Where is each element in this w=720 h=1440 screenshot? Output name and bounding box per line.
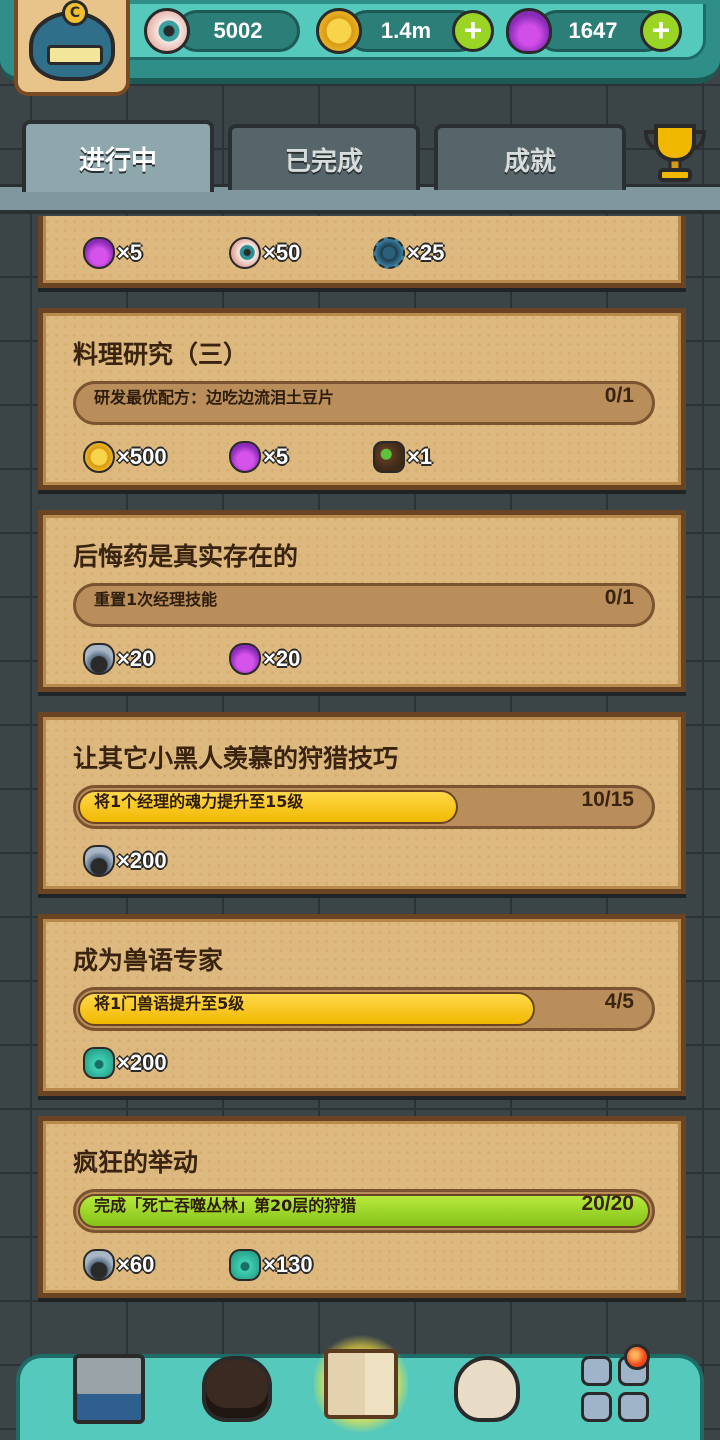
eye-icon	[229, 237, 261, 269]
reward-item: ×130	[229, 1247, 313, 1283]
monster-icon	[202, 1356, 272, 1422]
reward-item: ×5	[83, 235, 142, 271]
quest-progress-bar: 重置1次经理技能 0/1	[73, 583, 655, 627]
add-potion-button[interactable]: +	[640, 10, 682, 52]
quest-card[interactable]: 疯狂的举动 完成「死亡吞噬丛林」第20层的狩猎 20/20 ×60 ×130	[38, 1116, 686, 1298]
coin-icon	[83, 441, 115, 473]
trophy-icon[interactable]	[642, 120, 708, 184]
notification-dot-icon	[624, 1344, 650, 1370]
nav-quest-button[interactable]	[314, 1334, 408, 1434]
reward-item: ×25	[373, 235, 444, 271]
bottom-nav	[0, 1330, 720, 1440]
tab-achievements[interactable]: 成就	[434, 124, 626, 190]
reward-item: ×5	[229, 439, 288, 475]
quest-card-partial: ×5 ×50 ×25	[38, 216, 686, 288]
potion-icon	[83, 237, 115, 269]
quest-book-icon	[324, 1349, 398, 1419]
reward-item: ×1	[373, 439, 432, 475]
shop-icon	[73, 1354, 145, 1424]
tab-completed[interactable]: 已完成	[228, 124, 420, 190]
reward-item: ×60	[83, 1247, 154, 1283]
quest-task: 完成「死亡吞噬丛林」第20层的狩猎	[94, 1196, 357, 1215]
add-coin-button[interactable]: +	[452, 10, 494, 52]
quest-progress-bar: 将1门兽语提升至5级 4/5	[73, 987, 655, 1031]
quest-title: 料理研究（三）	[73, 340, 249, 369]
ore-icon	[373, 441, 405, 473]
reward-item: ×500	[83, 439, 167, 475]
soul-key-icon	[83, 1249, 115, 1281]
quest-progress-bar: 完成「死亡吞噬丛林」第20层的狩猎 20/20	[73, 1189, 655, 1233]
quest-card[interactable]: 成为兽语专家 将1门兽语提升至5级 4/5 ×200	[38, 914, 686, 1096]
avatar-level-badge: C	[62, 0, 88, 26]
money-bag-icon	[454, 1356, 520, 1422]
quest-progress-count: 20/20	[581, 1192, 634, 1215]
quest-card[interactable]: 让其它小黑人羡慕的狩猎技巧 将1个经理的魂力提升至15级 10/15 ×200	[38, 712, 686, 894]
quest-progress-count: 4/5	[604, 990, 634, 1013]
quest-title: 让其它小黑人羡慕的狩猎技巧	[73, 744, 399, 773]
quest-task: 将1门兽语提升至5级	[94, 994, 245, 1013]
quest-card[interactable]: 料理研究（三） 研发最优配方：边吃边流泪土豆片 0/1 ×500 ×5 ×1	[38, 308, 686, 490]
player-avatar[interactable]: C	[14, 0, 130, 96]
eye-icon	[144, 8, 190, 54]
potion-icon	[506, 8, 552, 54]
potion-icon	[229, 643, 261, 675]
eye-resource-counter: 5002	[176, 10, 300, 52]
quest-title: 后悔药是真实存在的	[73, 542, 299, 571]
quest-progress-count: 0/1	[604, 384, 634, 407]
potion-icon	[229, 441, 261, 473]
quest-title: 疯狂的举动	[73, 1148, 199, 1177]
beast-icon	[229, 1249, 261, 1281]
quest-title: 成为兽语专家	[73, 946, 224, 975]
tab-in-progress[interactable]: 进行中	[22, 120, 214, 192]
quest-task: 将1个经理的魂力提升至15级	[94, 792, 304, 811]
gear-icon	[373, 237, 405, 269]
quest-progress-count: 10/15	[581, 788, 634, 811]
reward-item: ×20	[229, 641, 300, 677]
reward-item: ×200	[83, 843, 167, 879]
nav-shop-button[interactable]	[66, 1346, 152, 1432]
quest-task: 研发最优配方：边吃边流泪土豆片	[94, 388, 335, 407]
quest-task: 重置1次经理技能	[94, 590, 218, 609]
quest-tabs: 进行中 已完成 成就	[0, 118, 720, 216]
quest-progress-count: 0/1	[604, 586, 634, 609]
coin-icon	[316, 8, 362, 54]
quest-list[interactable]: ×5 ×50 ×25 料理研究（三） 研发最优配方：边吃边流泪土豆片 0/1 ×…	[0, 216, 720, 1330]
reward-item: ×200	[83, 1045, 167, 1081]
soul-key-icon	[83, 845, 115, 877]
quest-progress-bar: 研发最优配方：边吃边流泪土豆片 0/1	[73, 381, 655, 425]
soul-key-icon	[83, 643, 115, 675]
nav-bag-button[interactable]	[444, 1346, 530, 1432]
beast-icon	[83, 1047, 115, 1079]
reward-item: ×20	[83, 641, 154, 677]
quest-card[interactable]: 后悔药是真实存在的 重置1次经理技能 0/1 ×20 ×20	[38, 510, 686, 692]
nav-monster-button[interactable]	[194, 1346, 280, 1432]
quest-progress-bar: 将1个经理的魂力提升至15级 10/15	[73, 785, 655, 829]
reward-item: ×50	[229, 235, 300, 271]
